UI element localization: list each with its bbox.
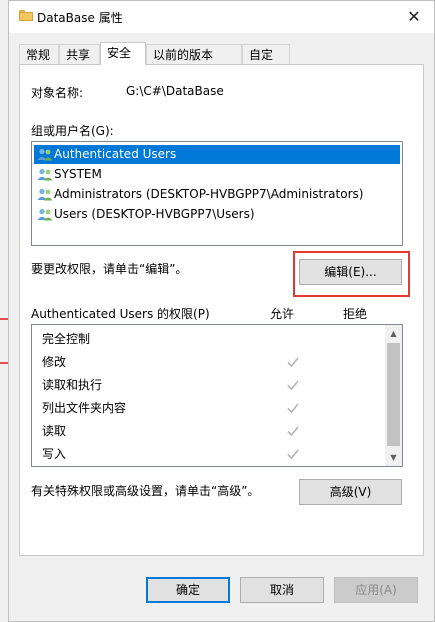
cancel-button[interactable]: 取消	[240, 577, 324, 603]
tab-security[interactable]: 安全	[100, 42, 146, 65]
edit-button[interactable]: 编辑(E)...	[299, 259, 402, 285]
advanced-button[interactable]: 高级(V)	[299, 479, 402, 505]
users-icon	[37, 188, 53, 201]
ok-button[interactable]: 确定	[146, 577, 230, 603]
permissions-list[interactable]: 完全控制 修改 读取和执行 列出文件夹内容 读取 写入 ▲ ▼	[31, 324, 403, 467]
window-title: DataBase 属性	[37, 11, 123, 25]
vertical-scrollbar[interactable]: ▲ ▼	[385, 325, 402, 466]
advanced-hint: 有关特殊权限或高级设置，请单击“高级”。	[31, 484, 260, 498]
table-row: 列出文件夹内容	[42, 397, 382, 420]
table-row: 修改	[42, 351, 382, 374]
user-list[interactable]: Authenticated Users SYSTEM Administrator…	[31, 141, 403, 246]
users-icon	[37, 208, 53, 221]
permission-name: 读取	[42, 424, 67, 438]
folder-icon	[19, 10, 33, 21]
users-icon	[37, 168, 53, 181]
title-bar: DataBase 属性 ✕	[9, 1, 434, 33]
user-name: SYSTEM	[54, 167, 102, 181]
tab-general[interactable]: 常规	[19, 44, 59, 64]
deny-header: 拒绝	[343, 307, 368, 321]
tab-customize[interactable]: 自定义	[242, 44, 290, 82]
scroll-up-icon[interactable]: ▲	[385, 325, 402, 342]
allow-header: 允许	[270, 307, 295, 321]
user-name: Authenticated Users	[54, 147, 177, 161]
background-mark	[0, 362, 8, 364]
scroll-down-icon[interactable]: ▼	[385, 449, 402, 466]
apply-button[interactable]: 应用(A)	[334, 577, 418, 603]
list-item[interactable]: SYSTEM	[34, 165, 400, 184]
permissions-header: Authenticated Users 的权限(P)	[31, 307, 210, 321]
table-row: 完全控制	[42, 328, 382, 351]
tab-sharing[interactable]: 共享	[59, 44, 100, 64]
check-icon	[287, 403, 299, 414]
list-item[interactable]: Authenticated Users	[34, 145, 400, 164]
close-icon: ✕	[407, 7, 421, 26]
check-icon	[287, 357, 299, 368]
tab-previous-versions[interactable]: 以前的版本	[146, 44, 242, 64]
edit-hint: 要更改权限，请单击“编辑”。	[31, 262, 188, 276]
permission-name: 完全控制	[42, 332, 91, 346]
table-row: 读取	[42, 420, 382, 443]
group-users-label: 组或用户名(G):	[31, 124, 114, 138]
permission-name: 写入	[42, 447, 67, 461]
users-icon	[37, 148, 53, 161]
permission-name: 列出文件夹内容	[42, 401, 127, 415]
list-item[interactable]: Users (DESKTOP-HVBGPP7\Users)	[34, 205, 400, 224]
check-icon	[287, 380, 299, 391]
check-icon	[287, 426, 299, 437]
user-name: Users (DESKTOP-HVBGPP7\Users)	[54, 207, 255, 221]
permission-name: 读取和执行	[42, 378, 103, 392]
user-name: Administrators (DESKTOP-HVBGPP7\Administ…	[54, 187, 364, 201]
object-name-value: G:\C#\DataBase	[126, 84, 224, 98]
check-icon	[287, 449, 299, 460]
permission-name: 修改	[42, 355, 67, 369]
table-row: 写入	[42, 443, 382, 466]
properties-dialog: DataBase 属性 ✕ 常规 共享 安全 以前的版本 自定义 对象名称: G…	[8, 0, 435, 622]
object-name-label: 对象名称:	[31, 86, 84, 100]
scrollbar-thumb[interactable]	[387, 343, 400, 446]
close-button[interactable]: ✕	[402, 5, 426, 29]
list-item[interactable]: Administrators (DESKTOP-HVBGPP7\Administ…	[34, 185, 400, 204]
table-row: 读取和执行	[42, 374, 382, 397]
background-mark	[0, 318, 8, 320]
